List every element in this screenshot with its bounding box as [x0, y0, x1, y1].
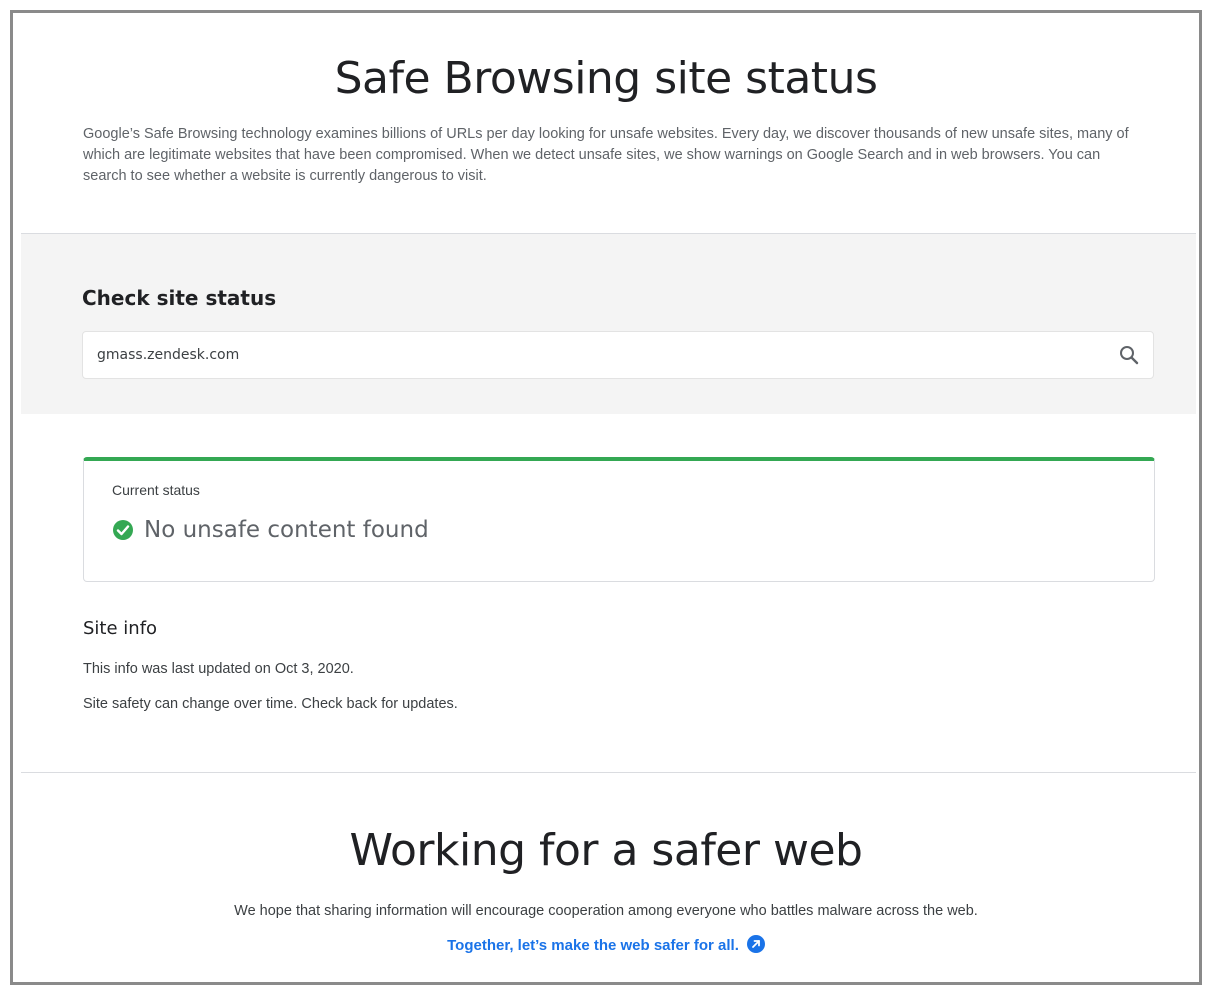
page-title: Safe Browsing site status	[334, 53, 878, 104]
external-link-icon[interactable]	[746, 935, 765, 954]
site-info-heading: Site info	[83, 618, 158, 639]
footer-text: We hope that sharing information will en…	[234, 903, 978, 919]
search-icon	[1120, 346, 1139, 365]
safer-web-link[interactable]: Together, let’s make the web safer for a…	[447, 937, 739, 954]
status-card: Current status No unsafe content found	[83, 457, 1155, 582]
site-info-note: Site safety can change over time. Check …	[83, 696, 458, 712]
footer-title: Working for a safer web	[349, 825, 863, 876]
search-heading: Check site status	[82, 286, 277, 310]
status-label: Current status	[112, 482, 200, 498]
check-circle-icon	[113, 520, 133, 540]
status-row: No unsafe content found	[112, 517, 429, 543]
page-frame: Safe Browsing site status Google’s Safe …	[10, 10, 1202, 985]
intro-paragraph: Google’s Safe Browsing technology examin…	[83, 126, 1129, 184]
search-box[interactable]	[82, 331, 1154, 379]
safer-web-link-label: Together, let’s make the web safer for a…	[447, 937, 739, 954]
search-input[interactable]	[97, 332, 1077, 378]
section-divider	[21, 772, 1196, 773]
site-info-updated: This info was last updated on Oct 3, 202…	[83, 661, 354, 677]
status-result: No unsafe content found	[144, 517, 429, 543]
search-section: Check site status	[21, 233, 1196, 414]
footer-link-row: Together, let’s make the web safer for a…	[13, 935, 1199, 955]
search-button[interactable]	[1117, 343, 1141, 367]
